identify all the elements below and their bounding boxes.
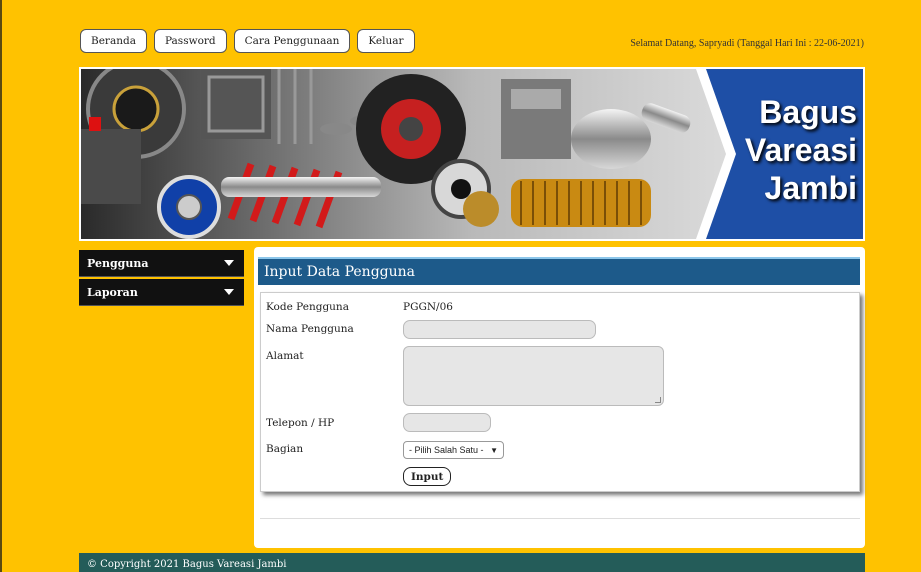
- bagian-select[interactable]: - Pilih Salah Satu - ▼: [403, 441, 504, 459]
- form-row-submit: Input: [403, 467, 452, 486]
- footer: © Copyright 2021 Bagus Vareasi Jambi: [79, 553, 865, 572]
- form-row-kode: Kode Pengguna PGGN/06: [266, 301, 453, 313]
- sidebar-item-label: Pengguna: [87, 256, 149, 270]
- nav-cara-penggunaan-button[interactable]: Cara Penggunaan: [233, 29, 351, 53]
- sidebar-item-laporan[interactable]: Laporan: [79, 279, 244, 306]
- banner-title-line: Jambi: [764, 170, 857, 206]
- nav-beranda-button[interactable]: Beranda: [80, 29, 147, 53]
- header-banner: Bagus Vareasi Jambi: [79, 67, 865, 241]
- panel-title: Input Data Pengguna: [258, 257, 860, 285]
- welcome-text: Selamat Datang, Sapryadi (Tanggal Hari I…: [630, 38, 864, 49]
- alamat-textarea[interactable]: [403, 346, 664, 406]
- nav-password-button[interactable]: Password: [153, 29, 227, 53]
- caret-down-icon: [224, 289, 234, 295]
- kode-pengguna-label: Kode Pengguna: [266, 301, 349, 313]
- banner-title: Bagus Vareasi Jambi: [719, 93, 859, 207]
- content-divider: [260, 518, 860, 519]
- sidebar-menu: Pengguna Laporan: [79, 250, 244, 308]
- bagian-label: Bagian: [266, 443, 304, 455]
- alamat-label: Alamat: [266, 350, 304, 362]
- kode-pengguna-value: PGGN/06: [403, 301, 453, 313]
- page-left-edge: [0, 0, 2, 572]
- form-row-bagian: Bagian - Pilih Salah Satu - ▼: [266, 441, 504, 459]
- form-row-alamat: Alamat: [266, 346, 664, 406]
- banner-title-line: Vareasi: [744, 132, 857, 168]
- bagian-selected-value: - Pilih Salah Satu -: [409, 445, 484, 455]
- input-submit-button[interactable]: Input: [403, 467, 452, 486]
- telepon-input[interactable]: [403, 413, 491, 432]
- nama-pengguna-label: Nama Pengguna: [266, 323, 354, 335]
- chevron-down-icon: ▼: [490, 445, 498, 455]
- input-form: Kode Pengguna PGGN/06 Nama Pengguna Alam…: [260, 292, 860, 492]
- form-row-telepon: Telepon / HP: [266, 413, 491, 432]
- nav-keluar-button[interactable]: Keluar: [357, 29, 415, 53]
- telepon-label: Telepon / HP: [266, 417, 335, 429]
- top-navigation: Beranda Password Cara Penggunaan Keluar: [80, 29, 415, 53]
- resize-grip-icon[interactable]: [655, 397, 661, 403]
- sidebar-item-pengguna[interactable]: Pengguna: [79, 250, 244, 277]
- banner-title-line: Bagus: [759, 94, 857, 130]
- sidebar-item-label: Laporan: [87, 285, 138, 299]
- form-row-nama: Nama Pengguna: [266, 320, 596, 339]
- nama-pengguna-input[interactable]: [403, 320, 596, 339]
- main-content: Input Data Pengguna Kode Pengguna PGGN/0…: [254, 247, 865, 548]
- caret-down-icon: [224, 260, 234, 266]
